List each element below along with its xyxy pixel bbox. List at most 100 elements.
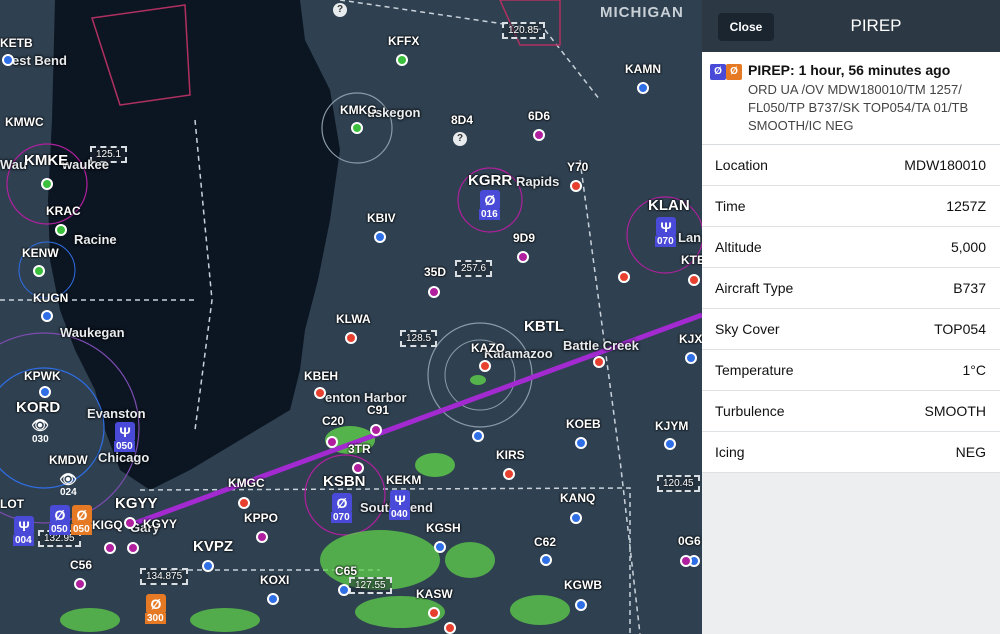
airport-label: Y70 [567, 160, 589, 174]
pirep-marker-icon[interactable]: Ø [332, 493, 352, 513]
pirep-marker-icon[interactable]: Ψ [115, 422, 135, 442]
airport-marker[interactable] [256, 531, 268, 543]
airport-marker[interactable] [472, 430, 484, 442]
airport-label: KGSH [426, 521, 461, 535]
airport-marker[interactable] [314, 387, 326, 399]
airport-marker[interactable] [352, 462, 364, 474]
airport-label: KOEB [566, 417, 601, 431]
radar-echo [60, 608, 120, 632]
airport-marker[interactable] [33, 265, 45, 277]
airport-marker[interactable] [570, 512, 582, 524]
pirep-altitude: 016 [479, 209, 500, 220]
pirep-marker-icon[interactable]: Ø [72, 505, 92, 525]
frequency-box: 127.55 [349, 577, 392, 594]
airport-marker[interactable] [540, 554, 552, 566]
airport-marker[interactable] [570, 180, 582, 192]
detail-label: Sky Cover [715, 321, 780, 337]
airport-marker[interactable] [533, 129, 545, 141]
city-label: Lan [678, 230, 702, 245]
airport-marker[interactable] [338, 584, 350, 596]
airport-marker[interactable] [664, 438, 676, 450]
airport-marker[interactable] [41, 178, 53, 190]
city-label: enton Harbor [325, 390, 407, 405]
airport-marker[interactable] [202, 560, 214, 572]
airport-marker[interactable] [238, 497, 250, 509]
airport-marker[interactable] [517, 251, 529, 263]
airport-label: KIRS [496, 448, 525, 462]
pirep-marker-icon[interactable]: Ψ [14, 516, 34, 536]
airport-marker[interactable] [39, 386, 51, 398]
airport-marker[interactable] [503, 468, 515, 480]
pirep-marker-icon[interactable]: Ø [50, 505, 70, 525]
airport-label: LOT [0, 497, 24, 511]
airport-label: KGWB [564, 578, 602, 592]
pirep-altitude: 070 [331, 512, 352, 523]
airport-marker[interactable] [345, 332, 357, 344]
airport-marker[interactable] [637, 82, 649, 94]
pirep-altitude: 050 [71, 524, 92, 535]
airport-marker[interactable] [434, 541, 446, 553]
airport-marker[interactable] [267, 593, 279, 605]
airport-marker[interactable] [374, 231, 386, 243]
airport-label: KPPO [244, 511, 279, 525]
airport-marker[interactable] [104, 542, 116, 554]
eye-icon[interactable]: 👁 [30, 415, 50, 435]
pirep-marker-icon[interactable]: Ψ [656, 217, 676, 237]
airport-marker[interactable] [680, 555, 692, 567]
airport-label: KLWA [336, 312, 371, 326]
map-view[interactable]: MICHIGAN 120.85 125.1 257.6 128.5 120.45… [0, 0, 702, 634]
airport-marker[interactable] [428, 607, 440, 619]
airport-marker[interactable] [351, 122, 363, 134]
airport-marker[interactable] [688, 274, 700, 286]
airport-label: KMKE [24, 152, 69, 169]
airport-label: KIGQ [92, 518, 123, 532]
airport-marker[interactable] [444, 622, 456, 634]
state-label: MICHIGAN [600, 4, 684, 21]
detail-label: Temperature [715, 362, 794, 378]
pirep-summary-title: PIREP: 1 hour, 56 minutes ago [748, 62, 951, 78]
city-label: Chicago [98, 450, 150, 465]
airport-marker[interactable] [55, 224, 67, 236]
airport-marker[interactable] [575, 437, 587, 449]
airport-marker[interactable] [2, 54, 14, 66]
detail-row-sky-cover: Sky Cover TOP054 [702, 309, 1000, 350]
eye-icon[interactable]: 👁 [58, 469, 78, 489]
airport-marker[interactable] [618, 271, 630, 283]
airport-label: 0G6 [678, 534, 701, 548]
airport-marker[interactable] [593, 356, 605, 368]
detail-value: 1257Z [946, 198, 986, 214]
airport-marker[interactable] [479, 360, 491, 372]
detail-label: Location [715, 157, 768, 173]
detail-row-aircraft-type: Aircraft Type B737 [702, 268, 1000, 309]
airport-marker[interactable] [74, 578, 86, 590]
panel-header: Close PIREP [702, 0, 1000, 52]
frequency-box: 120.45 [657, 475, 700, 492]
city-label: Rapids [516, 174, 560, 189]
airport-label: KMKG [340, 103, 377, 117]
pirep-altitude: 024 [58, 487, 79, 498]
detail-value: MDW180010 [904, 157, 986, 173]
airport-marker[interactable] [685, 352, 697, 364]
pirep-marker-icon[interactable]: Ψ [390, 490, 410, 510]
airport-marker[interactable] [41, 310, 53, 322]
frequency-box: 134.875 [140, 568, 189, 585]
airport-marker[interactable] [326, 436, 338, 448]
unknown-marker-icon[interactable]: ? [333, 3, 347, 17]
radar-echo [470, 375, 486, 385]
unknown-marker-icon[interactable]: ? [453, 132, 467, 146]
airport-marker[interactable] [575, 599, 587, 611]
airport-label: KGYY [143, 517, 178, 531]
detail-label: Altitude [715, 239, 762, 255]
airport-marker[interactable] [428, 286, 440, 298]
airport-marker[interactable] [370, 424, 382, 436]
airport-marker[interactable] [127, 542, 139, 554]
pirep-altitude: 030 [30, 434, 51, 445]
pirep-altitude: 050 [114, 441, 135, 452]
airport-label: KBTL [524, 318, 564, 335]
airport-marker[interactable] [124, 517, 136, 529]
detail-row-time: Time 1257Z [702, 186, 1000, 227]
pirep-altitude: 050 [49, 524, 70, 535]
airport-marker[interactable] [396, 54, 408, 66]
pirep-marker-icon[interactable]: Ø [480, 190, 500, 210]
pirep-marker-icon[interactable]: Ø [146, 594, 166, 614]
